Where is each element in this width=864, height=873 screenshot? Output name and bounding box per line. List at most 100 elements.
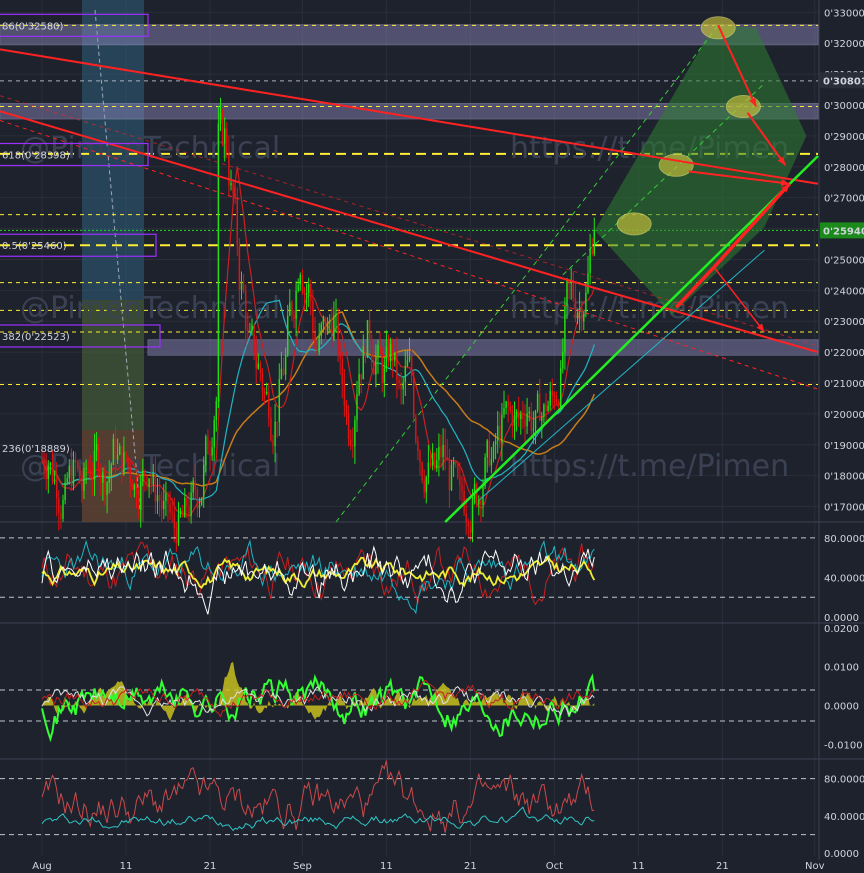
- candle-body: [51, 463, 54, 482]
- candle-body: [55, 479, 58, 499]
- candle-body: [171, 512, 173, 514]
- candle-body: [95, 443, 98, 451]
- candle-body: [238, 245, 241, 290]
- indicator-tick-label: 80.0000: [824, 534, 864, 545]
- zone-rect: [0, 24, 819, 46]
- candle-body: [396, 352, 398, 381]
- indicator-tick-label: -0.0100: [824, 740, 863, 751]
- candle-body: [446, 457, 449, 461]
- price-tick-label: 0'27000: [824, 194, 864, 205]
- candle-body: [234, 193, 236, 198]
- candle-body: [217, 123, 220, 401]
- candle-body: [236, 197, 239, 246]
- candle-body: [60, 512, 62, 519]
- candle-body: [404, 366, 407, 383]
- time-tick-label: 11: [120, 861, 133, 872]
- candle-body: [505, 401, 507, 409]
- price-tick-label: 0'25000: [824, 255, 864, 266]
- candle-body: [318, 335, 320, 352]
- candle-body: [438, 446, 440, 461]
- candle-body: [587, 273, 589, 293]
- candle-body: [557, 403, 560, 408]
- candle-body: [211, 447, 213, 456]
- price-tick-label: 0'17000: [824, 503, 864, 514]
- candle-body: [490, 458, 493, 466]
- candle-body: [507, 401, 509, 407]
- indicator-tick-label: 0.0200: [824, 624, 859, 635]
- candle-body: [496, 425, 499, 441]
- candle-body: [156, 494, 159, 502]
- candle-body: [442, 445, 444, 458]
- candle-body: [448, 460, 451, 490]
- candle-body: [345, 406, 348, 414]
- candle-body: [328, 322, 331, 324]
- candle-body: [247, 329, 249, 332]
- candle-body: [555, 402, 558, 404]
- time-tick-label: Aug: [32, 861, 52, 872]
- candle-body: [58, 498, 60, 513]
- candle-body: [253, 324, 255, 354]
- candle-body: [545, 404, 547, 412]
- candle-body: [89, 468, 92, 477]
- candle-body: [179, 510, 182, 515]
- candle-body: [494, 440, 497, 445]
- time-tick-label: 21: [464, 861, 477, 872]
- candle-body: [419, 451, 421, 463]
- candle-body: [196, 489, 199, 509]
- candle-body: [242, 281, 245, 292]
- candle-body: [91, 476, 94, 480]
- candle-body: [219, 112, 222, 124]
- candle-body: [108, 476, 110, 483]
- price-tick-label: 0'30000: [824, 101, 864, 112]
- candle-body: [459, 477, 461, 486]
- candle-body: [538, 393, 541, 421]
- fib-label: 236(0'18889): [2, 444, 70, 455]
- candle-body: [530, 411, 533, 431]
- candle-body: [154, 473, 157, 502]
- candle-body: [127, 457, 129, 467]
- candle-body: [574, 297, 577, 319]
- candle-body: [278, 379, 281, 423]
- candle-body: [102, 472, 104, 484]
- candle-body: [97, 443, 100, 471]
- candle-body: [467, 522, 470, 527]
- candle-body: [286, 315, 289, 355]
- candle-body: [177, 514, 180, 544]
- candle-body: [303, 292, 306, 296]
- candle-body: [461, 485, 463, 492]
- candle-body: [230, 182, 232, 186]
- candle-body: [551, 390, 554, 397]
- indicator-tick-label: 0.0000: [824, 613, 859, 624]
- candle-body: [112, 438, 115, 465]
- candle-body: [417, 441, 419, 452]
- candle-body: [368, 320, 371, 339]
- candle-body: [188, 505, 190, 517]
- candle-body: [389, 344, 392, 362]
- candle-body: [370, 338, 373, 362]
- candle-body: [257, 363, 260, 369]
- candle-body: [406, 360, 409, 367]
- candle-body: [415, 417, 417, 442]
- candle-body: [209, 454, 211, 456]
- candle-body: [583, 313, 585, 322]
- candle-body: [184, 497, 186, 518]
- price-tick-label: 0'24000: [824, 286, 864, 297]
- candle-body: [482, 486, 484, 505]
- candle-body: [123, 452, 125, 474]
- candle-body: [593, 230, 596, 255]
- candle-body: [270, 418, 272, 441]
- price-tick-label: 0'23000: [824, 317, 864, 328]
- candle-body: [543, 404, 545, 418]
- candle-body: [431, 453, 434, 466]
- candle-body: [452, 462, 455, 465]
- candle-body: [387, 346, 390, 362]
- price-marker-label: 0'30801: [823, 76, 864, 87]
- candle-body: [163, 500, 165, 510]
- candle-body: [585, 292, 587, 314]
- price-chart[interactable]: @PimenTechnical https://t.me/Pimen @Pime…: [0, 0, 864, 873]
- target-ellipse: [616, 212, 652, 236]
- candle-body: [307, 284, 310, 294]
- candle-body: [291, 302, 293, 315]
- candle-body: [331, 322, 333, 340]
- candle-body: [137, 500, 140, 511]
